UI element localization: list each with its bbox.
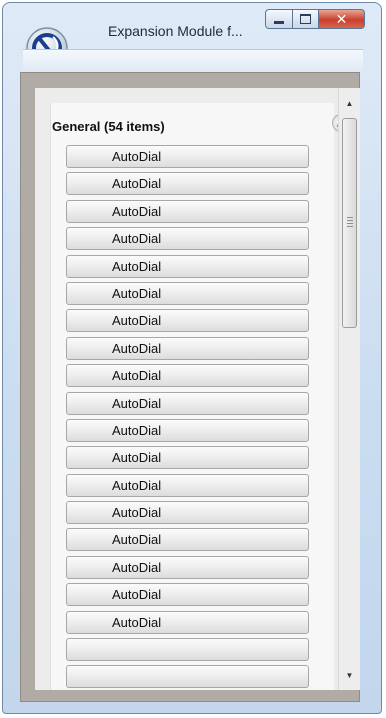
close-icon: ✕ <box>335 10 348 27</box>
autodial-item-button[interactable]: AutoDial <box>66 364 309 388</box>
autodial-item-button[interactable]: AutoDial <box>66 501 309 525</box>
autodial-item-button[interactable]: AutoDial <box>66 145 309 168</box>
scroll-up-button[interactable]: ▲ <box>339 94 360 112</box>
scroll-down-arrow-icon: ▼ <box>345 670 354 680</box>
scrollbar-thumb[interactable] <box>342 118 357 328</box>
window-title: Expansion Module f... <box>108 23 243 39</box>
window-controls: ✕ <box>265 9 365 31</box>
autodial-item-button[interactable]: AutoDial <box>66 199 309 223</box>
autodial-item-button[interactable]: AutoDial <box>66 473 309 497</box>
autodial-item-button[interactable]: AutoDial <box>66 172 309 196</box>
autodial-item-button[interactable]: AutoDial <box>66 281 309 305</box>
autodial-item-button[interactable] <box>66 638 309 662</box>
autodial-item-button[interactable]: AutoDial <box>66 610 309 634</box>
toolbar-strip <box>23 49 363 74</box>
scrollbar-grip-icon <box>347 217 353 227</box>
autodial-item-button[interactable]: AutoDial <box>66 555 309 579</box>
autodial-item-button[interactable]: AutoDial <box>66 391 309 415</box>
autodial-item-button[interactable]: AutoDial <box>66 418 309 442</box>
scroll-down-button[interactable]: ▼ <box>339 666 360 684</box>
minimize-icon <box>274 20 284 24</box>
autodial-item-button[interactable]: AutoDial <box>66 446 309 470</box>
autodial-item-button[interactable]: AutoDial <box>66 254 309 278</box>
minimize-button[interactable] <box>265 9 293 29</box>
autodial-item-button[interactable]: AutoDial <box>66 336 309 360</box>
autodial-item-button[interactable] <box>66 665 309 689</box>
content-area: General (54 items) ︽ AutoDialAutoDialAut… <box>35 88 360 690</box>
autodial-item-button[interactable]: AutoDial <box>66 227 309 251</box>
scroll-up-arrow-icon: ▲ <box>345 98 354 108</box>
autodial-item-button[interactable]: AutoDial <box>66 528 309 552</box>
autodial-item-button[interactable]: AutoDial <box>66 309 309 333</box>
autodial-item-button[interactable]: AutoDial <box>66 583 309 607</box>
items-list: AutoDial AutoDial AutoDial AutoDial AutoDial… <box>66 145 309 690</box>
close-button[interactable]: ✕ <box>319 9 365 29</box>
vertical-scrollbar[interactable]: ▲ ▼ <box>338 88 360 690</box>
maximize-icon <box>300 14 311 24</box>
group-header: General (54 items) <box>52 119 165 134</box>
maximize-button[interactable] <box>293 9 319 29</box>
